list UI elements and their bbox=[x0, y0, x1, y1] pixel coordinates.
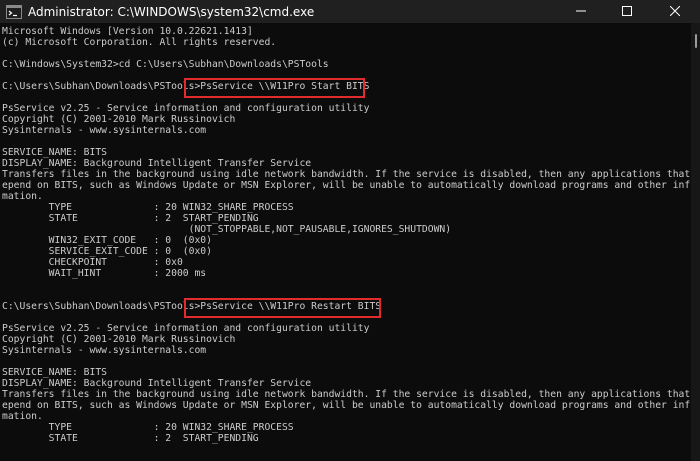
console-line: Copyright (C) 2001-2010 Mark Russinovich bbox=[2, 114, 236, 125]
console-line: Sysinternals - www.sysinternals.com bbox=[2, 125, 207, 136]
console-line: TYPE : 20 WIN32_SHARE_PROCESS bbox=[2, 202, 294, 213]
console-line: Transfers files in the background using … bbox=[2, 389, 690, 400]
console-line: STATE : 2 START_PENDING bbox=[2, 213, 259, 224]
console-line: Transfers files in the background using … bbox=[2, 169, 690, 180]
console-line: Sysinternals - www.sysinternals.com bbox=[2, 345, 207, 356]
console-line: mation. bbox=[2, 411, 43, 422]
scrollbar-thumb[interactable] bbox=[695, 34, 697, 48]
console-line: C:\Windows\System32>cd C:\Users\Subhan\D… bbox=[2, 59, 329, 70]
maximize-icon bbox=[622, 3, 632, 21]
highlight-box-start-command bbox=[184, 78, 365, 98]
console-line: PsService v2.25 - Service information an… bbox=[2, 323, 370, 334]
title-bar[interactable]: Administrator: C:\WINDOWS\system32\cmd.e… bbox=[0, 0, 700, 23]
close-icon bbox=[669, 3, 681, 21]
cmd-window: Administrator: C:\WINDOWS\system32\cmd.e… bbox=[0, 0, 700, 461]
console-line: Microsoft Windows [Version 10.0.22621.14… bbox=[2, 26, 253, 37]
console-output[interactable]: Microsoft Windows [Version 10.0.22621.14… bbox=[0, 23, 690, 461]
console-line: WAIT_HINT : 2000 ms bbox=[2, 268, 207, 279]
highlight-box-restart-command bbox=[184, 298, 381, 318]
close-button[interactable] bbox=[650, 0, 700, 23]
console-line: Copyright (C) 2001-2010 Mark Russinovich bbox=[2, 334, 236, 345]
console-line: (c) Microsoft Corporation. All rights re… bbox=[2, 37, 277, 48]
console-line: DISPLAY_NAME: Background Intelligent Tra… bbox=[2, 378, 312, 389]
minimize-icon bbox=[576, 3, 586, 21]
console-line: SERVICE_NAME: BITS bbox=[2, 147, 107, 158]
console-line: CHECKPOINT : 0x0 bbox=[2, 257, 183, 268]
console-line: epend on BITS, such as Windows Update or… bbox=[2, 400, 690, 411]
console-line: (NOT_STOPPABLE,NOT_PAUSABLE,IGNORES_SHUT… bbox=[2, 224, 452, 235]
window-title: Administrator: C:\WINDOWS\system32\cmd.e… bbox=[28, 4, 315, 19]
console-line: PsService v2.25 - Service information an… bbox=[2, 103, 370, 114]
cmd-icon bbox=[6, 4, 22, 19]
console-line: SERVICE_NAME: BITS bbox=[2, 367, 107, 378]
minimize-button[interactable] bbox=[558, 0, 604, 23]
console-line: epend on BITS, such as Windows Update or… bbox=[2, 180, 690, 191]
maximize-button[interactable] bbox=[604, 0, 650, 23]
console-line: WIN32_EXIT_CODE : 0 (0x0) bbox=[2, 235, 212, 246]
console-line: mation. bbox=[2, 191, 43, 202]
console-line: STATE : 2 START_PENDING bbox=[2, 433, 259, 444]
console-line: SERVICE_EXIT_CODE : 0 (0x0) bbox=[2, 246, 212, 257]
vertical-scrollbar[interactable] bbox=[691, 23, 700, 461]
console-line: TYPE : 20 WIN32_SHARE_PROCESS bbox=[2, 422, 294, 433]
console-line: DISPLAY_NAME: Background Intelligent Tra… bbox=[2, 158, 312, 169]
